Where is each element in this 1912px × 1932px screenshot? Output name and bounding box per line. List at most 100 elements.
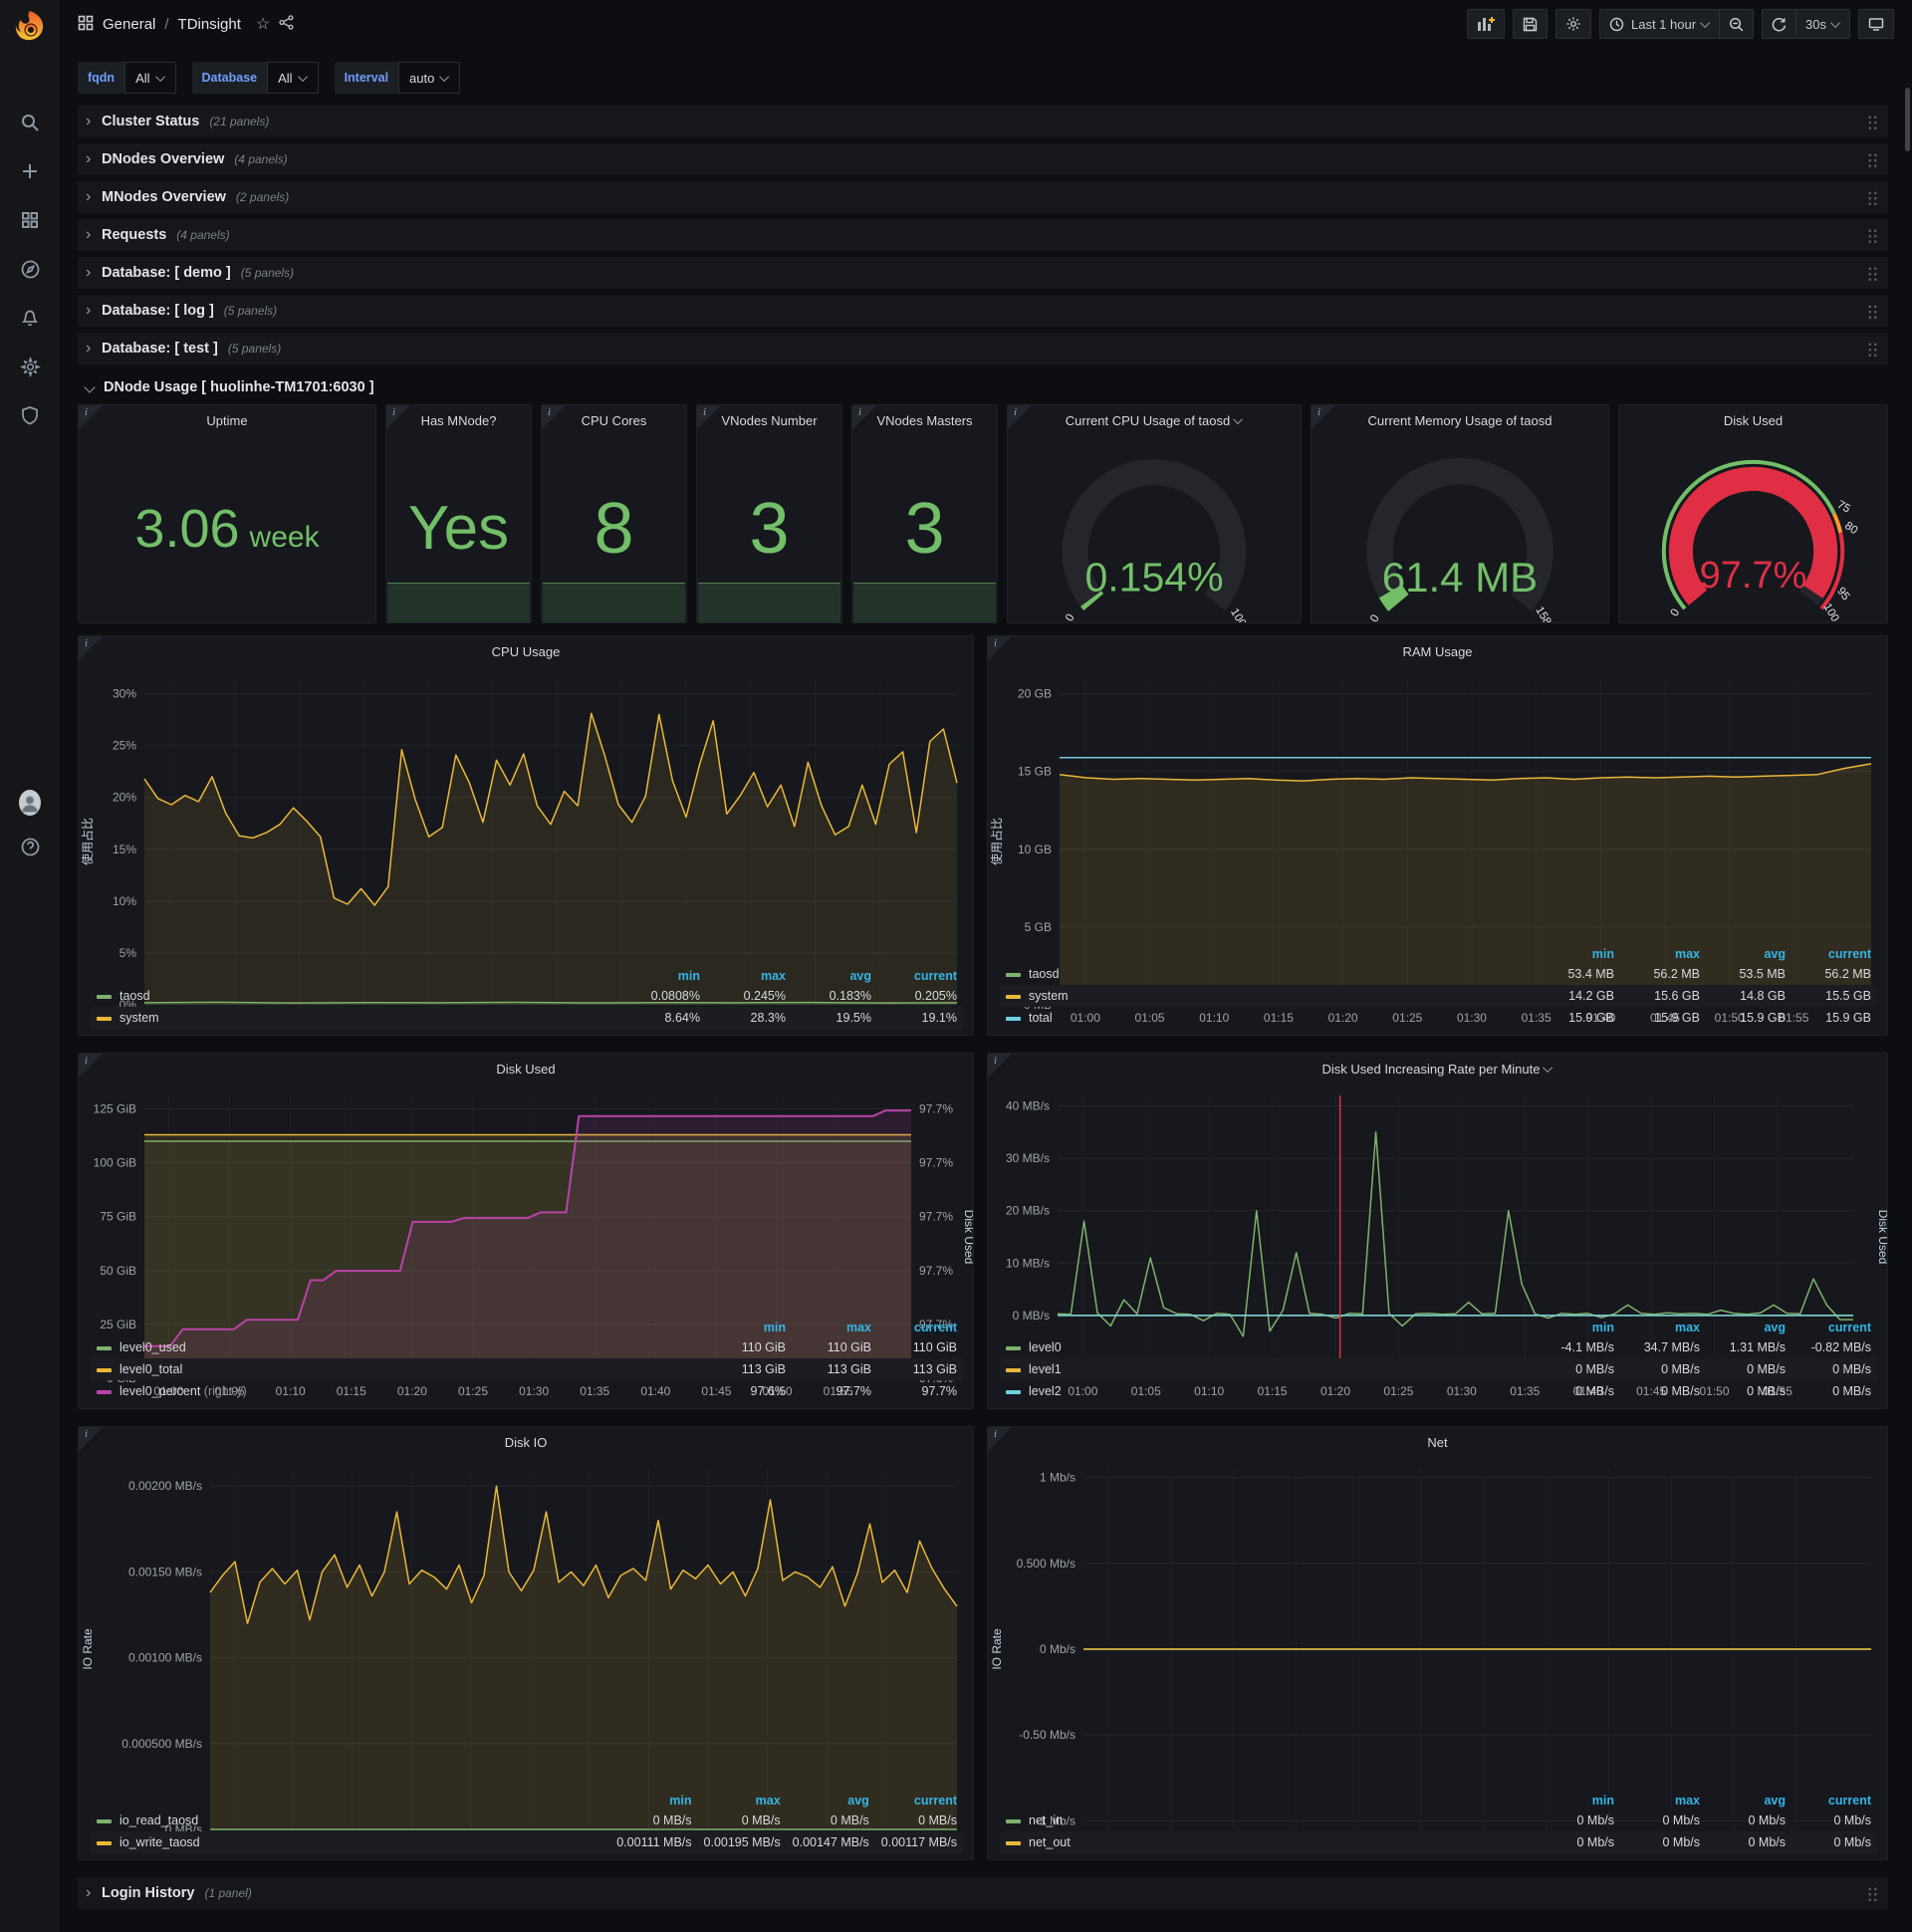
dashboards-icon[interactable] <box>19 209 41 231</box>
ram-usage-chart[interactable]: 01:00 01:05 01:10 01:15 01:20 01:25 01:30 01:35… <box>988 666 1887 1025</box>
legend-series-swatch[interactable] <box>97 1818 112 1823</box>
legend-column-header[interactable]: avg <box>792 968 877 985</box>
disk-used-chart[interactable]: 01:00 01:05 01:10 01:15 01:20 01:25 01:30 01:35… <box>79 1084 976 1398</box>
legend-column-header[interactable]: max <box>1620 946 1706 963</box>
legend-series-name[interactable]: level0_percent <box>120 1384 200 1398</box>
info-icon[interactable]: i <box>1312 405 1335 429</box>
legend-column-header[interactable]: min <box>1535 1320 1620 1336</box>
breadcrumb-section[interactable]: General <box>103 16 155 33</box>
legend-series-swatch[interactable] <box>1006 994 1021 999</box>
disk-used-gauge[interactable]: 0 75 80 95 100 97.7% <box>1619 435 1887 625</box>
info-icon[interactable]: i <box>852 405 876 429</box>
row-drag-handle[interactable] <box>1867 114 1878 129</box>
grafana-logo[interactable] <box>0 0 60 52</box>
panel-header[interactable]: Disk Used Increasing Rate per Minute <box>988 1054 1887 1084</box>
legend-column-header[interactable]: current <box>1792 1320 1877 1336</box>
disk-rate-chart[interactable]: 01:00 01:05 01:10 01:15 01:20 01:25 01:30 01:35… <box>988 1084 1890 1398</box>
legend-series-name[interactable]: system <box>1029 989 1069 1003</box>
row-database-demo[interactable]: › Database: [ demo ] (5 panels) <box>78 257 1888 289</box>
row-drag-handle[interactable] <box>1867 303 1878 319</box>
legend-column-header[interactable]: max <box>792 1320 877 1336</box>
legend-column-header[interactable]: current <box>1792 1793 1877 1810</box>
legend-column-header[interactable]: min <box>706 1320 792 1336</box>
row-login-history[interactable]: › Login History (1 panel) <box>78 1877 1888 1909</box>
save-dashboard-button[interactable] <box>1512 9 1548 39</box>
server-admin-shield-icon[interactable] <box>19 404 41 426</box>
legend-column-header[interactable]: current <box>877 968 963 985</box>
legend-column-header[interactable]: current <box>877 1320 963 1336</box>
disk-io-chart[interactable]: 01:00 01:05 01:10 01:15 01:20 01:25 01:30 01:35… <box>79 1457 973 1849</box>
panel-header[interactable]: Disk Used <box>79 1054 973 1084</box>
info-icon[interactable]: i <box>988 636 1012 660</box>
help-icon[interactable] <box>19 836 41 857</box>
panel-header[interactable]: RAM Usage <box>988 636 1887 666</box>
tv-mode-button[interactable] <box>1858 9 1894 39</box>
panel-header[interactable]: Uptime <box>79 405 375 435</box>
row-cluster-status[interactable]: › Cluster Status (21 panels) <box>78 106 1888 137</box>
legend-series-name[interactable]: net_out <box>1029 1835 1071 1849</box>
legend-series-swatch[interactable] <box>1006 1016 1021 1021</box>
refresh-interval-picker[interactable]: 30s <box>1796 9 1850 39</box>
panel-header[interactable]: Disk IO <box>79 1427 973 1457</box>
legend-column-header[interactable]: min <box>620 968 706 985</box>
cpu-gauge[interactable]: 0 100 0.154% <box>1008 435 1301 629</box>
row-requests[interactable]: › Requests (4 panels) <box>78 219 1888 251</box>
info-icon[interactable]: i <box>988 1054 1012 1078</box>
legend-series-name[interactable]: level0_total <box>120 1362 182 1376</box>
legend-series-swatch[interactable] <box>1006 1818 1021 1823</box>
legend-series-swatch[interactable] <box>1006 1345 1021 1350</box>
legend-column-header[interactable]: avg <box>1706 1320 1792 1336</box>
legend-series-swatch[interactable] <box>97 1345 112 1350</box>
create-plus-icon[interactable] <box>19 160 41 182</box>
info-icon[interactable]: i <box>697 405 721 429</box>
legend-series-name[interactable]: level0 <box>1029 1340 1062 1354</box>
legend-series-swatch[interactable] <box>1006 972 1021 977</box>
info-icon[interactable]: i <box>386 405 410 429</box>
variable-interval-value[interactable]: auto <box>398 62 461 94</box>
panel-header[interactable]: Current Memory Usage of taosd <box>1312 405 1608 435</box>
row-drag-handle[interactable] <box>1867 189 1878 205</box>
row-dnodes-overview[interactable]: › DNodes Overview (4 panels) <box>78 143 1888 175</box>
time-range-picker[interactable]: Last 1 hour <box>1598 9 1721 39</box>
info-icon[interactable]: i <box>542 405 566 429</box>
legend-column-header[interactable]: current <box>875 1793 963 1810</box>
legend-series-swatch[interactable] <box>1006 1367 1021 1372</box>
legend-series-swatch[interactable] <box>97 1389 112 1394</box>
legend-series-name[interactable]: level2 <box>1029 1384 1062 1398</box>
legend-column-header[interactable]: max <box>706 968 792 985</box>
row-mnodes-overview[interactable]: › MNodes Overview (2 panels) <box>78 181 1888 213</box>
legend-column-header[interactable]: max <box>1620 1793 1706 1810</box>
row-drag-handle[interactable] <box>1867 1885 1878 1901</box>
info-icon[interactable]: i <box>79 1427 103 1451</box>
row-dnode-usage[interactable]: DNode Usage [ huolinhe-TM1701:6030 ] <box>78 370 1888 404</box>
row-drag-handle[interactable] <box>1867 151 1878 167</box>
search-icon[interactable] <box>19 112 41 133</box>
legend-column-header[interactable]: max <box>698 1793 787 1810</box>
legend-column-header[interactable]: min <box>610 1793 697 1810</box>
refresh-button[interactable] <box>1762 9 1797 39</box>
explore-compass-icon[interactable] <box>19 258 41 280</box>
variable-database-value[interactable]: All <box>267 62 319 94</box>
row-drag-handle[interactable] <box>1867 227 1878 243</box>
info-icon[interactable]: i <box>79 1054 103 1078</box>
alerting-bell-icon[interactable] <box>19 307 41 329</box>
legend-column-header[interactable]: max <box>1620 1320 1706 1336</box>
legend-series-name[interactable]: taosd <box>1029 967 1060 981</box>
dashboard-settings-button[interactable] <box>1554 9 1591 39</box>
legend-series-swatch[interactable] <box>97 994 112 999</box>
row-database-test[interactable]: › Database: [ test ] (5 panels) <box>78 333 1888 364</box>
memory-gauge[interactable]: 0 1589 61.4 MB <box>1312 435 1608 632</box>
info-icon[interactable]: i <box>79 405 103 429</box>
share-icon[interactable] <box>279 15 294 33</box>
cpu-usage-chart[interactable]: 01:00 01:05 01:10 01:15 01:20 01:25 01:30 01:35… <box>79 666 973 1025</box>
legend-column-header[interactable]: current <box>1792 946 1877 963</box>
legend-series-swatch[interactable] <box>97 1016 112 1021</box>
panel-header[interactable]: Net <box>988 1427 1887 1457</box>
legend-series-name[interactable]: io_read_taosd <box>120 1813 198 1827</box>
info-icon[interactable]: i <box>79 636 103 660</box>
user-avatar[interactable] <box>19 790 41 816</box>
row-drag-handle[interactable] <box>1867 265 1878 281</box>
breadcrumb-page[interactable]: TDinsight <box>178 16 241 33</box>
info-icon[interactable]: i <box>1008 405 1032 429</box>
net-chart[interactable]: 01:00 01:05 01:10 01:15 01:20 01:25 01:30 01:35… <box>988 1457 1887 1849</box>
